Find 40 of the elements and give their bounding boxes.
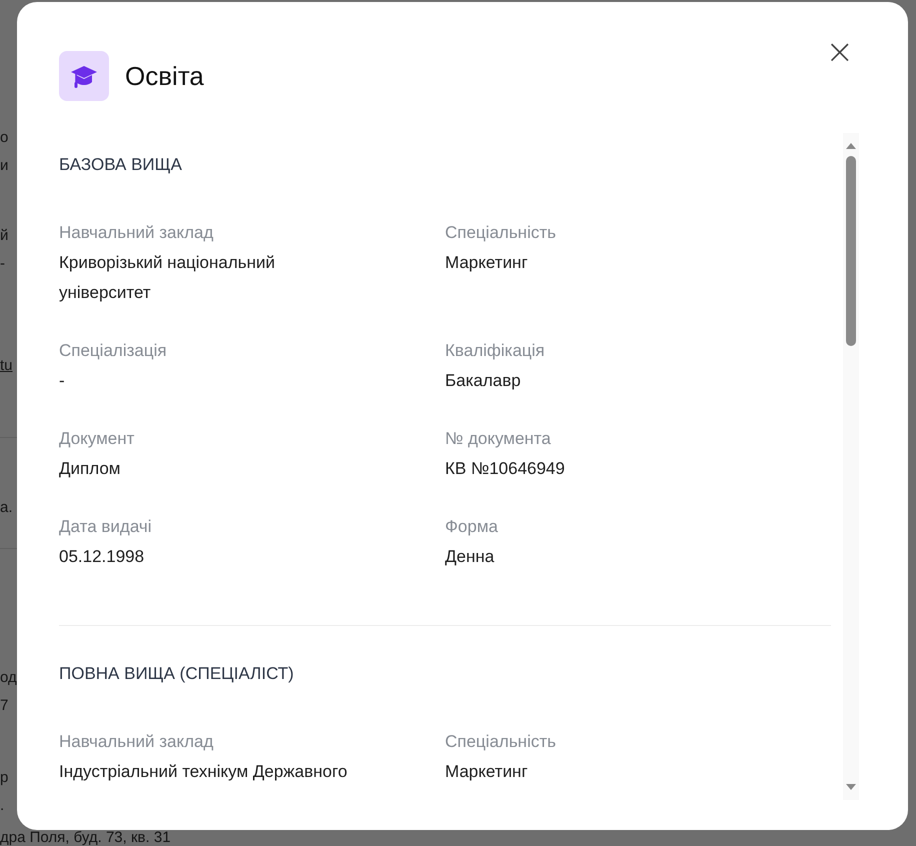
section-heading: ПОВНА ВИЩА (СПЕЦІАЛІСТ) bbox=[59, 663, 295, 685]
field-label: Навчальний заклад bbox=[59, 222, 214, 244]
background-text: а. bbox=[0, 500, 13, 516]
field-value: Бакалавр bbox=[445, 370, 521, 392]
field-value: КВ №10646949 bbox=[445, 458, 565, 480]
background-text: о bbox=[0, 130, 8, 146]
background-text: . bbox=[0, 798, 4, 814]
background-text: 7 bbox=[0, 698, 8, 714]
field-value: 05.12.1998 bbox=[59, 546, 144, 568]
section-heading: БАЗОВА ВИЩА bbox=[59, 154, 183, 176]
field-value: - bbox=[59, 370, 65, 392]
field-label: Спеціальність bbox=[445, 222, 556, 244]
close-button[interactable]: × bbox=[822, 37, 858, 67]
field-label: Спеціалізація bbox=[59, 340, 167, 362]
background-text: дра Поля, буд. 73, кв. 31 bbox=[0, 830, 171, 846]
field-label: № документа bbox=[445, 428, 551, 450]
scroll-up-icon[interactable] bbox=[846, 143, 856, 149]
graduation-cap-icon bbox=[59, 51, 109, 101]
scrollbar[interactable] bbox=[843, 133, 859, 800]
field-value: Маркетинг bbox=[445, 761, 528, 783]
background-text: р bbox=[0, 770, 8, 786]
scrollbar-thumb[interactable] bbox=[846, 156, 856, 346]
field-value: Індустріальний технікум Державного bbox=[59, 761, 348, 783]
field-value: Денна bbox=[445, 546, 494, 568]
field-label: Дата видачі bbox=[59, 516, 152, 538]
background-text: од bbox=[0, 670, 17, 686]
field-value: Криворізький національний університет bbox=[59, 252, 276, 304]
field-label: Спеціальність bbox=[445, 731, 556, 753]
field-value: Маркетинг bbox=[445, 252, 528, 274]
background-text: - bbox=[0, 256, 5, 272]
scroll-down-icon[interactable] bbox=[846, 784, 856, 790]
field-label: Форма bbox=[445, 516, 498, 538]
background-text: tu bbox=[0, 358, 13, 374]
field-value: Диплом bbox=[59, 458, 120, 480]
field-label: Кваліфікація bbox=[445, 340, 545, 362]
dialog-title: Освіта bbox=[125, 60, 204, 92]
background-text: и bbox=[0, 158, 8, 174]
field-label: Документ bbox=[59, 428, 134, 450]
background-text: й bbox=[0, 228, 8, 244]
field-label: Навчальний заклад bbox=[59, 731, 214, 753]
